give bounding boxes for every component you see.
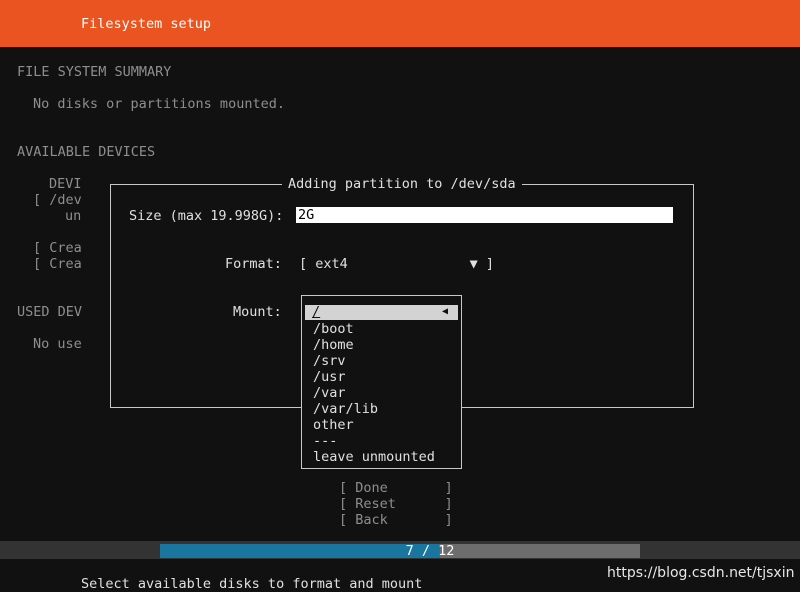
- watermark-text: https://blog.csdn.net/tjsxin: [607, 565, 795, 581]
- back-button[interactable]: [ Back ]: [339, 512, 453, 528]
- format-select[interactable]: [ ext4 ▼ ]: [299, 256, 494, 272]
- header-bar: Filesystem setup: [0, 0, 800, 47]
- format-label: Format:: [225, 256, 282, 272]
- triangle-left-icon: ◀: [442, 306, 449, 317]
- mount-option-selected[interactable]: / ◀: [305, 304, 458, 320]
- available-heading: AVAILABLE DEVICES: [17, 144, 156, 160]
- mount-option-separator: ---: [313, 433, 338, 449]
- page-title: Filesystem setup: [81, 16, 212, 32]
- size-input-value: 2G: [298, 207, 315, 223]
- create-button-1[interactable]: [ Crea: [33, 240, 82, 256]
- used-devices-heading: USED DEV: [17, 304, 83, 320]
- mount-option-boot[interactable]: /boot: [313, 321, 354, 337]
- size-input[interactable]: 2G: [296, 207, 673, 223]
- footer-hint: Select available disks to format and mou…: [81, 576, 423, 592]
- create-button-2[interactable]: [ Crea: [33, 256, 82, 272]
- used-devices-empty-text: No use: [33, 336, 82, 352]
- mount-option-srv[interactable]: /srv: [313, 353, 346, 369]
- mount-option-usr[interactable]: /usr: [313, 369, 346, 385]
- summary-heading: FILE SYSTEM SUMMARY: [17, 64, 172, 80]
- dialog-title: Adding partition to /dev/sda: [282, 176, 522, 192]
- available-device-row[interactable]: [ /dev: [33, 192, 82, 208]
- size-label: Size (max 19.998G):: [129, 208, 284, 224]
- done-button[interactable]: [ Done ]: [339, 480, 453, 496]
- available-device-subrow: un: [65, 208, 82, 224]
- mount-option-home[interactable]: /home: [313, 337, 354, 353]
- summary-empty-text: No disks or partitions mounted.: [33, 96, 285, 112]
- mount-dropdown[interactable]: / ◀ /boot /home /srv /usr /var /var/lib …: [301, 295, 462, 469]
- mount-option-root: /: [312, 304, 321, 320]
- mount-option-var[interactable]: /var: [313, 385, 346, 401]
- reset-button[interactable]: [ Reset ]: [339, 496, 453, 512]
- progress-label: 7 / 12: [405, 543, 455, 559]
- mount-option-other[interactable]: other: [313, 417, 354, 433]
- mount-label: Mount:: [233, 304, 282, 320]
- mount-option-var-lib[interactable]: /var/lib: [313, 401, 378, 417]
- mount-option-leave-unmounted[interactable]: leave unmounted: [313, 449, 435, 465]
- available-column-header: DEVI: [49, 176, 82, 192]
